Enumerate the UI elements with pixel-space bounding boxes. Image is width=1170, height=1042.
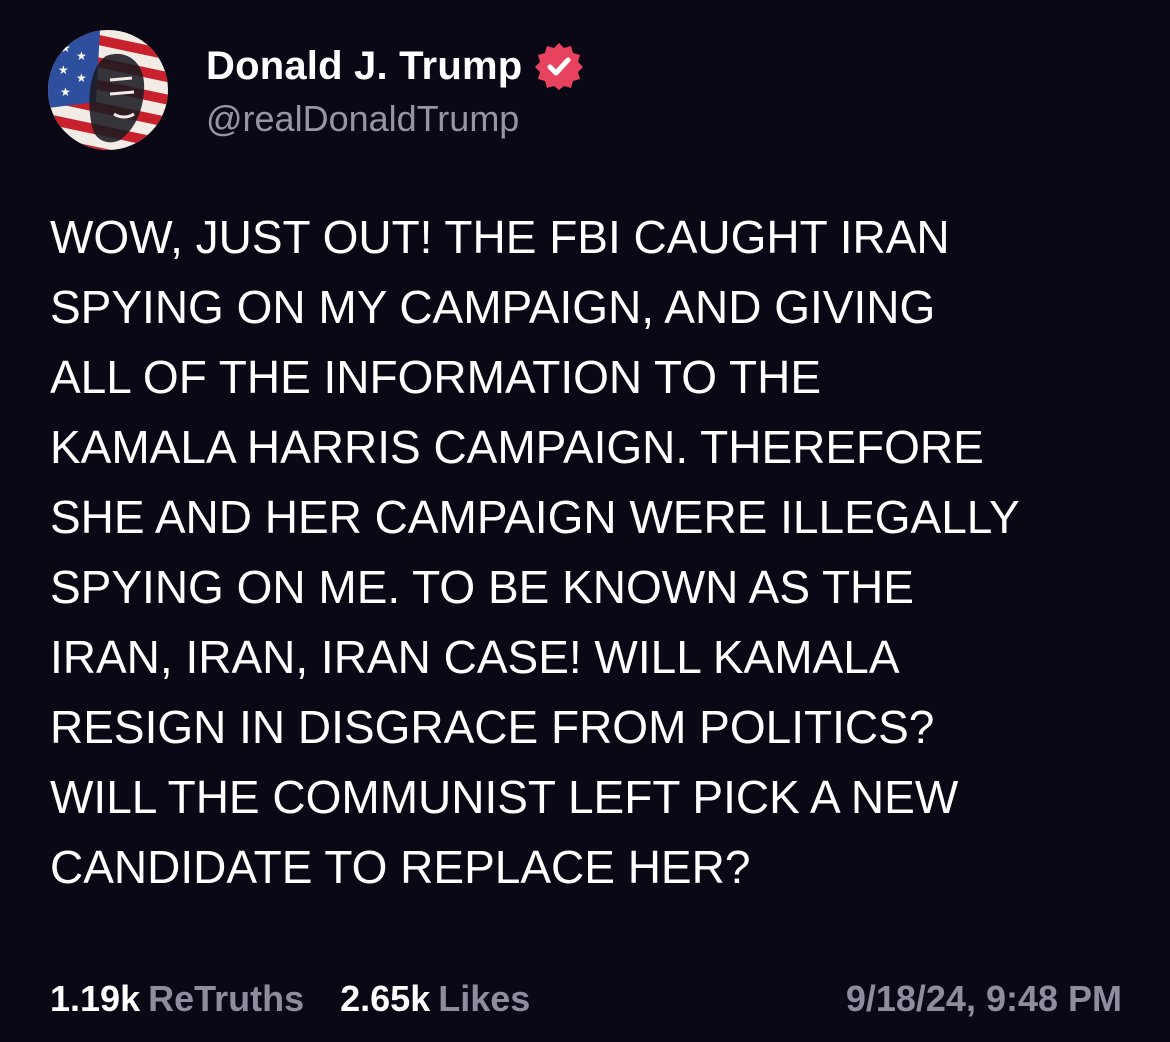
retruths-label: ReTruths: [148, 978, 305, 1019]
post-body-line: SPYING ON MY CAMPAIGN, AND GIVING: [50, 281, 936, 333]
post-body-line: WILL THE COMMUNIST LEFT PICK A NEW: [50, 771, 959, 823]
avatar[interactable]: ★ ★ ★ ★ ★: [48, 30, 168, 150]
post-header: ★ ★ ★ ★ ★ Donald J. Trump @realDonaldTru…: [48, 28, 584, 152]
likes-stat[interactable]: 2.65k Likes: [340, 978, 530, 1020]
svg-text:★: ★: [60, 41, 71, 55]
svg-text:★: ★: [76, 49, 87, 63]
post-body-line: CANDIDATE TO REPLACE HER?: [50, 841, 751, 893]
truth-post: ★ ★ ★ ★ ★ Donald J. Trump @realDonaldTru…: [0, 0, 1170, 1042]
post-body-line: IRAN, IRAN, IRAN CASE! WILL KAMALA: [50, 631, 900, 683]
retruths-count: 1.19k: [50, 978, 141, 1019]
svg-text:★: ★: [60, 85, 71, 99]
post-footer: 1.19k ReTruths 2.65k Likes 9/18/24, 9:48…: [50, 972, 1122, 1026]
likes-count: 2.65k: [340, 978, 431, 1019]
post-body-line: KAMALA HARRIS CAMPAIGN. THEREFORE: [50, 421, 984, 473]
author-display-name[interactable]: Donald J. Trump: [206, 44, 522, 89]
author-identity: Donald J. Trump @realDonaldTrump: [206, 40, 584, 140]
flag-portrait-icon: ★ ★ ★ ★ ★: [48, 30, 168, 150]
post-timestamp[interactable]: 9/18/24, 9:48 PM: [846, 978, 1122, 1020]
post-body-line: RESIGN IN DISGRACE FROM POLITICS?: [50, 701, 935, 753]
svg-text:★: ★: [76, 71, 87, 85]
likes-label: Likes: [438, 978, 531, 1019]
post-body-line: SPYING ON ME. TO BE KNOWN AS THE: [50, 561, 914, 613]
author-handle[interactable]: @realDonaldTrump: [206, 98, 584, 140]
name-row: Donald J. Trump: [206, 40, 584, 92]
post-body-line: SHE AND HER CAMPAIGN WERE ILLEGALLY: [50, 491, 1020, 543]
verified-badge-icon: [534, 41, 584, 91]
post-body: WOW, JUST OUT! THE FBI CAUGHT IRAN SPYIN…: [50, 202, 1130, 902]
post-body-line: ALL OF THE INFORMATION TO THE: [50, 351, 822, 403]
svg-text:★: ★: [58, 63, 69, 77]
retruths-stat[interactable]: 1.19k ReTruths: [50, 978, 304, 1020]
post-body-line: WOW, JUST OUT! THE FBI CAUGHT IRAN: [50, 211, 950, 263]
